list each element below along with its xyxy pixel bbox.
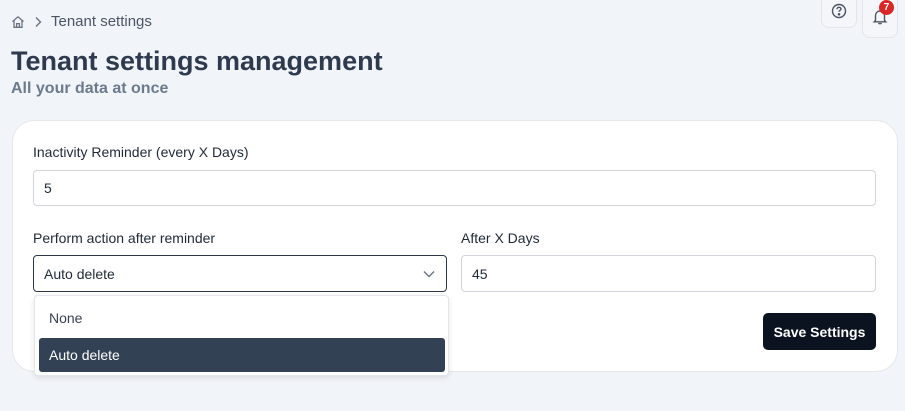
inactivity-reminder-label: Inactivity Reminder (every X Days) — [33, 144, 249, 160]
save-settings-button[interactable]: Save Settings — [763, 313, 876, 350]
help-circle-icon — [831, 3, 847, 24]
perform-action-dropdown: None Auto delete — [34, 295, 449, 376]
home-icon[interactable] — [11, 15, 25, 29]
page-subtitle: All your data at once — [11, 80, 169, 97]
perform-action-value: Auto delete — [44, 265, 115, 282]
page-title: Tenant settings management — [11, 46, 383, 76]
dropdown-option-none[interactable]: None — [39, 301, 445, 335]
perform-action-label: Perform action after reminder — [33, 230, 216, 246]
inactivity-reminder-value: 5 — [44, 180, 52, 196]
inactivity-reminder-input[interactable]: 5 — [33, 170, 876, 206]
help-button[interactable] — [821, 0, 857, 28]
header-actions: 7 — [821, 0, 898, 38]
after-days-value: 45 — [472, 265, 488, 282]
chevron-right-icon — [33, 16, 43, 28]
dropdown-option-auto-delete[interactable]: Auto delete — [39, 338, 445, 372]
chevron-down-icon — [422, 267, 436, 284]
after-days-label: After X Days — [461, 230, 540, 246]
breadcrumb: Tenant settings — [11, 13, 152, 30]
notifications-button[interactable]: 7 — [862, 0, 898, 38]
after-days-input[interactable]: 45 — [461, 255, 876, 292]
breadcrumb-current: Tenant settings — [51, 13, 152, 30]
notification-badge: 7 — [879, 0, 894, 15]
perform-action-select[interactable]: Auto delete — [33, 255, 447, 292]
